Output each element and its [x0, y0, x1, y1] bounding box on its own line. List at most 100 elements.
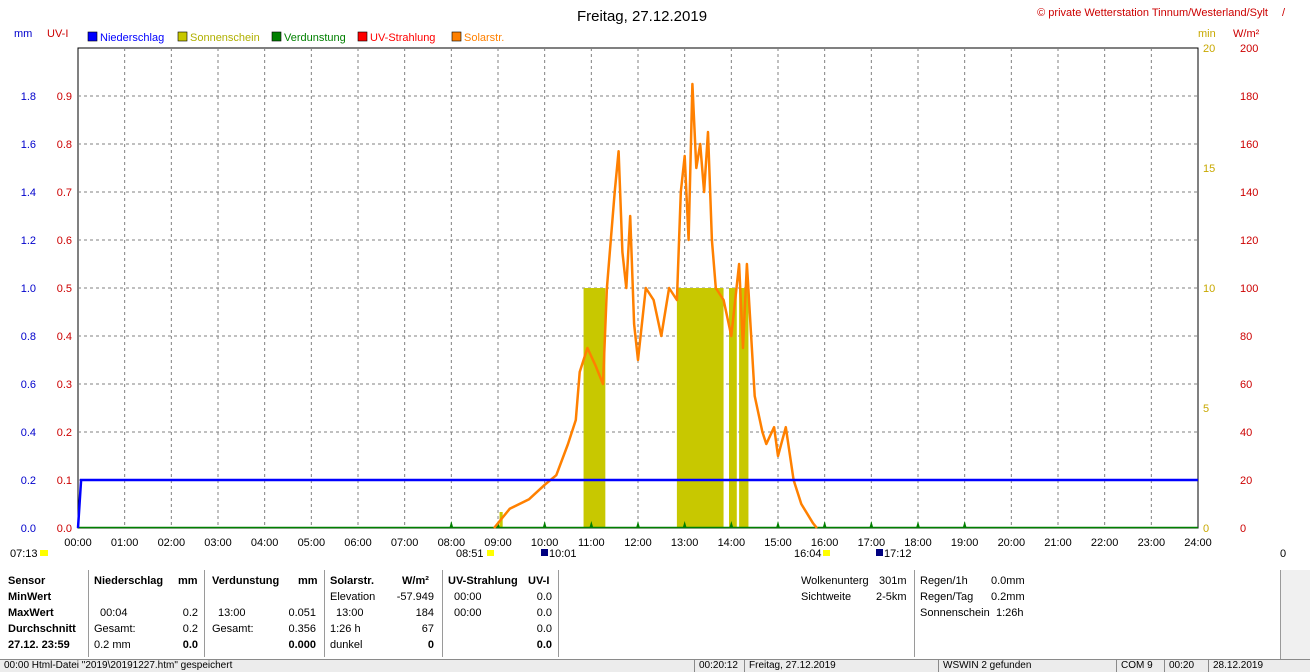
- legend-label: Niederschlag: [100, 32, 164, 44]
- y-uv-tick-label: 0.7: [57, 187, 72, 199]
- y-uv-tick-label: 0.9: [57, 91, 72, 103]
- statusbar: 00:00 Html-Datei "2019\20191227.htm" ges…: [0, 659, 1310, 672]
- y-min-tick-label: 0: [1203, 523, 1209, 535]
- uv-min-value: 0.0: [536, 591, 552, 603]
- verdunstung-max-time: 13:00: [218, 607, 246, 619]
- y-wm2-tick-label: 200: [1240, 43, 1258, 55]
- x-tick-label: 24:00: [1184, 537, 1212, 549]
- x-tick-label: 00:00: [64, 537, 92, 549]
- corner-marker: /: [1282, 7, 1286, 19]
- solar-current-value: 0: [427, 639, 434, 651]
- solar-elevation-label: Elevation: [330, 591, 376, 603]
- solar-max-time: 13:00: [336, 607, 364, 619]
- y-mm-tick-label: 0.8: [21, 331, 36, 343]
- y-uv-tick-label: 0.2: [57, 427, 72, 439]
- y-uv-tick-label: 0.5: [57, 283, 72, 295]
- panel-verdunstung: Verdunstung mm 13:00 0.051 Gesamt: 0.356…: [204, 570, 325, 657]
- sonnenschein-value: 1:26h: [996, 607, 1024, 619]
- solar-elevation-value: -57.949: [396, 591, 434, 603]
- niederschlag-unit: mm: [178, 575, 198, 587]
- y-mm-tick-label: 0.4: [21, 427, 36, 439]
- sensor-row-min: MinWert: [8, 591, 52, 603]
- y-wm2-tick-label: 40: [1240, 427, 1252, 439]
- legend-swatch: [451, 31, 462, 42]
- verdunstung-title: Verdunstung: [212, 575, 280, 587]
- y-wm2-tick-label: 180: [1240, 91, 1258, 103]
- y-wm2-tick-label: 120: [1240, 235, 1258, 247]
- sunset-icon: [823, 550, 830, 556]
- uv-title: UV-Strahlung: [448, 575, 518, 587]
- axis-unit-min: min: [1198, 28, 1216, 40]
- legend-label: Sonnenschein: [190, 32, 260, 44]
- sun-marker-left: [40, 550, 48, 556]
- uv-avg-value: 0.0: [536, 623, 552, 635]
- panel-wolken: Wolkenunterg 301m Sichtweite 2-5km: [558, 570, 915, 657]
- sunshine-block: [583, 288, 606, 528]
- status-date: Freitag, 27.12.2019: [744, 660, 939, 672]
- wolken-value: 301m: [879, 575, 907, 587]
- solar-state: dunkel: [330, 639, 363, 651]
- y-uv-tick-label: 0.0: [57, 523, 72, 535]
- x-tick-label: 06:00: [344, 537, 372, 549]
- status-clock: 00:20: [1164, 660, 1209, 672]
- status-message: 00:00 Html-Datei "2019\20191227.htm" ges…: [4, 660, 233, 671]
- uv-end-label: 17:12: [884, 548, 912, 560]
- axis-unit-mm: mm: [14, 28, 32, 40]
- uv-end-icon: [876, 549, 883, 556]
- x-tick-label: 23:00: [1138, 537, 1166, 549]
- uv-min-time: 00:00: [454, 591, 482, 603]
- x-tick-label: 03:00: [204, 537, 232, 549]
- sicht-value: 2-5km: [876, 591, 907, 603]
- sicht-label: Sichtweite: [801, 591, 852, 603]
- y-mm-tick-label: 0.0: [21, 523, 36, 535]
- y-wm2-tick-label: 20: [1240, 475, 1252, 487]
- legend-swatch: [177, 31, 188, 42]
- sonnenschein-label: Sonnenschein: [920, 607, 990, 619]
- legend-swatch: [271, 31, 282, 42]
- regen-tag-label: Regen/Tag: [920, 591, 974, 603]
- verdunstung-current-value: 0.000: [288, 639, 316, 651]
- y-wm2-tick-label: 100: [1240, 283, 1258, 295]
- status-wswin: WSWIN 2 gefunden: [938, 660, 1117, 672]
- y-min-tick-label: 10: [1203, 283, 1215, 295]
- uv-current-value: 0.0: [536, 639, 552, 651]
- y-uv-tick-label: 0.3: [57, 379, 72, 391]
- y-min-tick-label: 5: [1203, 403, 1209, 415]
- verdunstung-unit: mm: [298, 575, 318, 587]
- panel-uv: UV-Strahlung UV-I 00:00 0.0 00:00 0.0 0.…: [442, 570, 559, 657]
- status-today: 28.12.2019: [1208, 660, 1310, 672]
- side-scroll-strip[interactable]: [1280, 570, 1310, 659]
- panel-solar: Solarstr. W/m² Elevation -57.949 13:00 1…: [324, 570, 443, 657]
- axis-unit-uvi: UV-I: [47, 28, 68, 40]
- y-uv-tick-label: 0.4: [57, 331, 72, 343]
- legend-label: Solarstr.: [464, 32, 504, 44]
- status-time: 00:20:12: [694, 660, 745, 672]
- sensor-row-max: MaxWert: [8, 607, 54, 619]
- niederschlag-current-value: 0.0: [182, 639, 198, 651]
- uv-start-label: 10:01: [549, 548, 577, 560]
- y-wm2-tick-label: 80: [1240, 331, 1252, 343]
- legend-swatch: [357, 31, 368, 42]
- sunrise-label: 08:51: [456, 548, 484, 560]
- y-mm-tick-label: 1.8: [21, 91, 36, 103]
- panel-sensor: Sensor MinWert MaxWert Durchschnitt 27.1…: [0, 570, 89, 657]
- wolken-label: Wolkenunterg: [801, 575, 869, 587]
- regen-1h-value: 0.0mm: [991, 575, 1025, 587]
- solar-title: Solarstr.: [330, 575, 375, 587]
- x-tick-label: 09:00: [484, 537, 512, 549]
- x-tick-label: 04:00: [251, 537, 279, 549]
- sun-marker-left-label: 07:13: [10, 548, 38, 560]
- y-uv-tick-label: 0.6: [57, 235, 72, 247]
- solar-max-value: 184: [415, 607, 434, 619]
- niederschlag-sum-label: Gesamt:: [94, 623, 136, 635]
- uv-start-icon: [541, 549, 548, 556]
- y-min-tick-label: 20: [1203, 43, 1215, 55]
- y-mm-tick-label: 0.6: [21, 379, 36, 391]
- legend-swatch: [87, 31, 98, 42]
- y-wm2-tick-label: 0: [1240, 523, 1246, 535]
- x-tick-label: 22:00: [1091, 537, 1119, 549]
- uv-max-time: 00:00: [454, 607, 482, 619]
- solar-unit: W/m²: [402, 575, 429, 587]
- x-tick-label: 02:00: [158, 537, 186, 549]
- x-tick-label: 05:00: [298, 537, 326, 549]
